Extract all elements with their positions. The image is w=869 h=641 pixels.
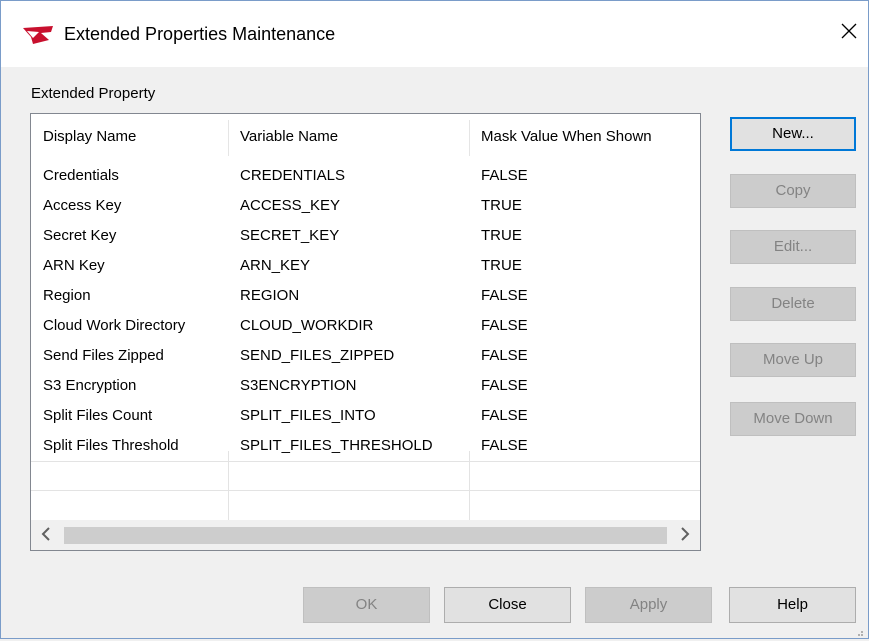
mask-value-cell: TRUE bbox=[481, 257, 522, 274]
edit-button[interactable]: Edit... bbox=[730, 230, 856, 264]
table-row[interactable]: S3 Encryption S3ENCRYPTION FALSE bbox=[31, 371, 700, 401]
display-name-cell: S3 Encryption bbox=[43, 377, 137, 394]
chevron-right-icon bbox=[680, 525, 690, 546]
column-header-display-name[interactable]: Display Name bbox=[31, 114, 228, 159]
resize-grip-icon[interactable] bbox=[854, 624, 864, 636]
variable-name-cell: SPLIT_FILES_THRESHOLD bbox=[240, 437, 433, 454]
mask-value-cell: FALSE bbox=[481, 407, 528, 424]
move-down-button[interactable]: Move Down bbox=[730, 402, 856, 436]
extended-properties-dialog: Extended Properties Maintenance Extended… bbox=[0, 0, 869, 639]
variable-name-cell: CREDENTIALS bbox=[240, 167, 346, 184]
mask-value-cell: FALSE bbox=[481, 377, 528, 394]
table-row[interactable]: Split Files Threshold SPLIT_FILES_THRESHO… bbox=[31, 431, 700, 461]
new-button[interactable]: New... bbox=[730, 117, 856, 151]
table-row[interactable]: Send Files Zipped SEND_FILES_ZIPPED FALSE bbox=[31, 341, 700, 371]
move-up-button[interactable]: Move Up bbox=[730, 343, 856, 377]
variable-name-cell: S3ENCRYPTION bbox=[240, 377, 357, 394]
extended-property-group-label: Extended Property bbox=[31, 85, 156, 102]
list-rows: Credentials CREDENTIALS FALSE Access Key ACC… bbox=[31, 161, 700, 461]
variable-name-cell: SPLIT_FILES_INTO bbox=[240, 407, 376, 424]
display-name-cell: ARN Key bbox=[43, 257, 105, 274]
list-header: Display Name Variable Name Mask Value Wh… bbox=[31, 114, 700, 159]
ok-button[interactable]: OK bbox=[303, 587, 430, 623]
row-gridline bbox=[31, 461, 700, 462]
horizontal-scrollbar[interactable] bbox=[31, 520, 700, 550]
scrollbar-thumb[interactable] bbox=[64, 527, 667, 544]
variable-name-cell: SEND_FILES_ZIPPED bbox=[240, 347, 395, 364]
chevron-left-icon bbox=[41, 525, 51, 546]
window-title: Extended Properties Maintenance bbox=[64, 24, 336, 44]
variable-name-cell: CLOUD_WORKDIR bbox=[240, 317, 374, 334]
column-header-variable-name[interactable]: Variable Name bbox=[228, 114, 469, 159]
display-name-cell: Access Key bbox=[43, 197, 122, 214]
scroll-left-button[interactable] bbox=[33, 521, 59, 550]
display-name-cell: Credentials bbox=[43, 167, 119, 184]
help-button[interactable]: Help bbox=[729, 587, 856, 623]
extended-property-list[interactable]: Display Name Variable Name Mask Value Wh… bbox=[30, 113, 701, 551]
close-window-button[interactable] bbox=[836, 19, 862, 47]
column-header-mask-value[interactable]: Mask Value When Shown bbox=[469, 114, 700, 159]
mask-value-cell: TRUE bbox=[481, 197, 522, 214]
table-row[interactable]: Credentials CREDENTIALS FALSE bbox=[31, 161, 700, 191]
row-gridline bbox=[31, 490, 700, 491]
variable-name-cell: REGION bbox=[240, 287, 300, 304]
mask-value-cell: FALSE bbox=[481, 437, 528, 454]
apply-button[interactable]: Apply bbox=[585, 587, 712, 623]
display-name-cell: Cloud Work Directory bbox=[43, 317, 186, 334]
title-bar: Extended Properties Maintenance bbox=[1, 1, 868, 67]
scroll-right-button[interactable] bbox=[672, 521, 698, 550]
mask-value-cell: FALSE bbox=[481, 317, 528, 334]
mask-value-cell: TRUE bbox=[481, 227, 522, 244]
display-name-cell: Send Files Zipped bbox=[43, 347, 164, 364]
variable-name-cell: SECRET_KEY bbox=[240, 227, 340, 244]
variable-name-cell: ACCESS_KEY bbox=[240, 197, 341, 214]
mask-value-cell: FALSE bbox=[481, 347, 528, 364]
mask-value-cell: FALSE bbox=[481, 287, 528, 304]
close-button[interactable]: Close bbox=[444, 587, 571, 623]
display-name-cell: Secret Key bbox=[43, 227, 117, 244]
table-row[interactable]: ARN Key ARN_KEY TRUE bbox=[31, 251, 700, 281]
close-icon bbox=[841, 23, 857, 43]
delete-button[interactable]: Delete bbox=[730, 287, 856, 321]
display-name-cell: Split Files Threshold bbox=[43, 437, 179, 454]
copy-button[interactable]: Copy bbox=[730, 174, 856, 208]
table-row[interactable]: Cloud Work Directory CLOUD_WORKDIR FALSE bbox=[31, 311, 700, 341]
table-row[interactable]: Split Files Count SPLIT_FILES_INTO FALSE bbox=[31, 401, 700, 431]
table-row[interactable]: Secret Key SECRET_KEY TRUE bbox=[31, 221, 700, 251]
table-row[interactable]: Access Key ACCESS_KEY TRUE bbox=[31, 191, 700, 221]
table-row[interactable]: Region REGION FALSE bbox=[31, 281, 700, 311]
display-name-cell: Region bbox=[43, 287, 91, 304]
display-name-cell: Split Files Count bbox=[43, 407, 153, 424]
variable-name-cell: ARN_KEY bbox=[240, 257, 311, 274]
mask-value-cell: FALSE bbox=[481, 167, 528, 184]
app-logo-icon bbox=[21, 25, 55, 45]
